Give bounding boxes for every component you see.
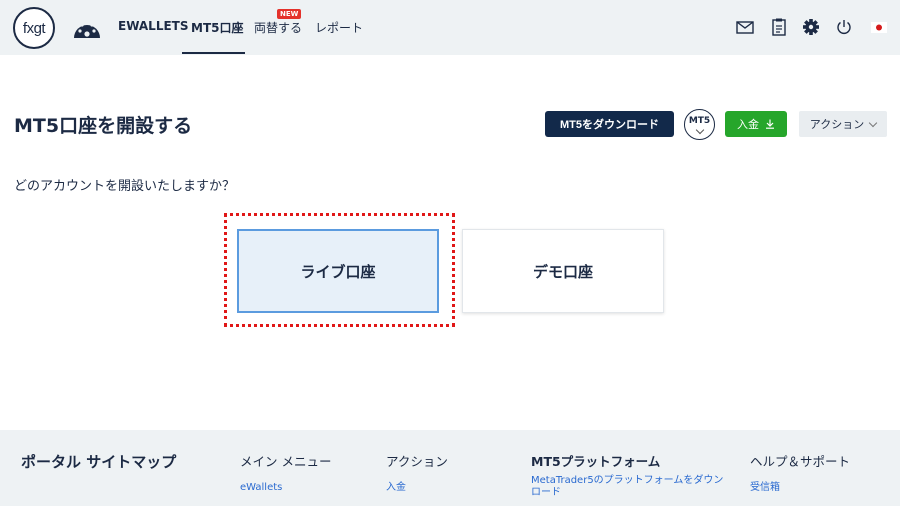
page-title: MT5口座を開設する bbox=[14, 115, 193, 137]
demo-account-label: デモ口座 bbox=[532, 262, 593, 281]
action-dropdown-label: アクション bbox=[809, 119, 865, 131]
mt5-platform-menu[interactable]: MT5 bbox=[684, 109, 715, 140]
chevron-down-icon bbox=[695, 125, 704, 135]
footer-link-deposit[interactable]: 入金 bbox=[386, 482, 406, 494]
download-mt5-button[interactable]: MT5をダウンロード bbox=[545, 111, 674, 137]
footer-heading-main-menu: メイン メニュー bbox=[240, 454, 332, 469]
deposit-button[interactable]: 入金 bbox=[725, 111, 787, 137]
gear-icon[interactable] bbox=[801, 17, 821, 37]
nav-mt5-account[interactable]: MT5口座 bbox=[191, 19, 243, 36]
demo-account-option[interactable]: デモ口座 bbox=[462, 229, 664, 313]
nav-ewallets[interactable]: EWALLETS bbox=[118, 19, 189, 33]
footer-link-ewallets[interactable]: eWallets bbox=[240, 482, 282, 494]
deposit-label: 入金 bbox=[737, 119, 759, 131]
clipboard-icon[interactable] bbox=[769, 17, 789, 37]
power-icon[interactable] bbox=[834, 17, 854, 37]
chevron-down-icon bbox=[868, 118, 878, 127]
footer-title: ポータル サイトマップ bbox=[21, 453, 177, 471]
footer-link-inbox[interactable]: 受信箱 bbox=[750, 482, 780, 494]
dashboard-gauge-icon[interactable] bbox=[72, 14, 102, 40]
live-account-option[interactable]: ライブ口座 bbox=[237, 229, 439, 313]
mail-icon[interactable] bbox=[735, 17, 755, 37]
live-account-label: ライブ口座 bbox=[300, 262, 376, 281]
footer-heading-action: アクション bbox=[386, 454, 448, 469]
nav-exchange[interactable]: 両替する bbox=[254, 19, 302, 36]
footer-link-download-mt5[interactable]: MetaTrader5のプラットフォームをダウンロード bbox=[531, 475, 731, 499]
fxgt-logo[interactable]: fxgt bbox=[13, 7, 55, 49]
account-type-question: どのアカウントを開設いたしますか？ bbox=[14, 179, 236, 194]
download-arrow-icon bbox=[766, 119, 774, 129]
footer-heading-help-support: ヘルプ＆サポート bbox=[750, 454, 851, 469]
action-dropdown[interactable]: アクション bbox=[799, 111, 887, 137]
active-tab-underline bbox=[182, 52, 245, 54]
footer-heading-mt5-platform: MT5プラットフォーム bbox=[531, 454, 661, 469]
new-badge: NEW bbox=[277, 9, 302, 19]
top-navigation-bar: fxgt EWALLETS MT5口座 NEW 両替する レポート bbox=[0, 0, 900, 55]
japan-flag-icon[interactable] bbox=[869, 17, 889, 37]
nav-reports[interactable]: レポート bbox=[315, 19, 363, 36]
